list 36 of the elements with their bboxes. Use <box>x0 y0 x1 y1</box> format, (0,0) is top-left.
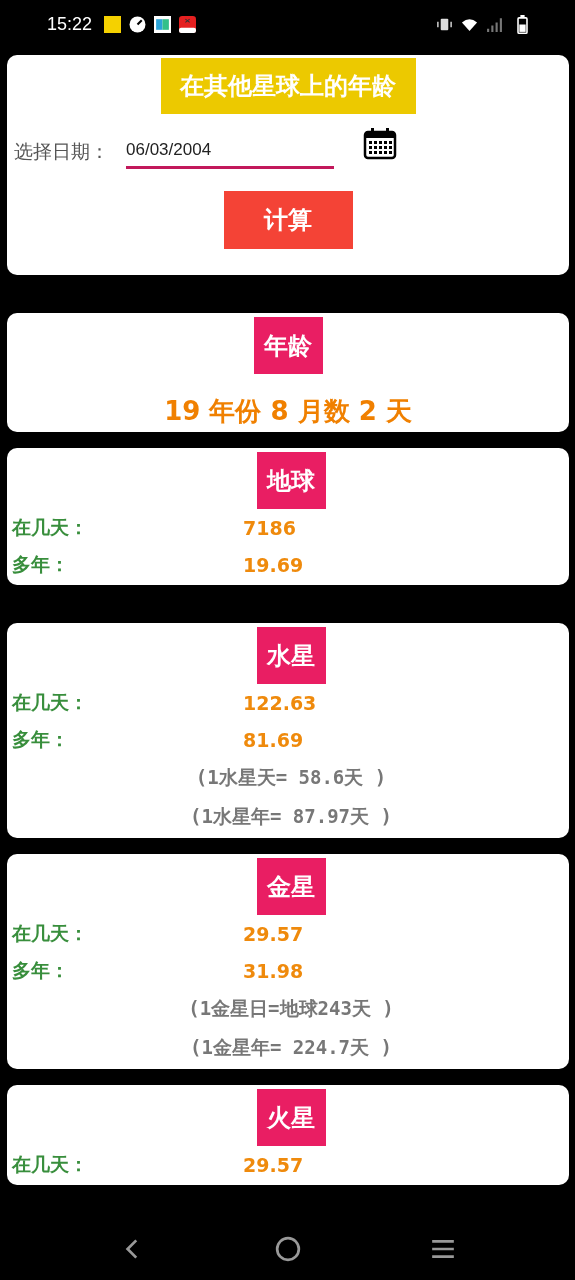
calendar-icon[interactable] <box>363 127 397 160</box>
row-label: 在几天： <box>10 920 89 946</box>
row-label: 多年： <box>11 551 70 577</box>
page-title: 在其他星球上的年龄 <box>160 58 416 114</box>
conversion-note: (1水星年= 87.97天 ) <box>189 804 393 829</box>
tomato-icon <box>179 15 197 33</box>
book-icon <box>154 15 172 33</box>
planet-title: 水星 <box>256 627 326 684</box>
row-label: 在几天： <box>10 1151 89 1177</box>
row-value: 81.69 <box>243 728 304 751</box>
date-label: 选择日期： <box>14 138 110 164</box>
calculate-button[interactable]: 计算 <box>223 191 353 249</box>
row-value: 7186 <box>243 516 296 539</box>
conversion-note: (1金星日=地球243天 ) <box>187 996 395 1021</box>
row-value: 19.69 <box>243 553 304 576</box>
home-icon[interactable] <box>274 1236 301 1262</box>
row-label: 在几天： <box>10 689 89 715</box>
row-label: 多年： <box>11 957 70 983</box>
row-value: 122.63 <box>243 691 317 714</box>
row-label: 在几天： <box>10 514 89 540</box>
gauge-icon <box>129 15 147 33</box>
planet-title: 金星 <box>256 858 326 915</box>
row-label: 多年： <box>11 726 70 752</box>
row-value: 29.57 <box>243 1153 304 1176</box>
battery-icon <box>517 14 528 34</box>
planet-title: 火星 <box>256 1089 326 1146</box>
age-result: 19 年份 8 月数 2 天 <box>164 395 412 428</box>
planet-title: 地球 <box>256 452 326 509</box>
signal-icon <box>486 15 503 33</box>
section-title: 年龄 <box>253 317 323 374</box>
conversion-note: (1水星天= 58.6天 ) <box>194 765 388 790</box>
row-value: 29.57 <box>243 922 304 945</box>
date-field[interactable]: 06/03/2004 <box>126 134 334 169</box>
status-time: 15:22 <box>47 13 93 35</box>
conversion-note: (1金星年= 224.7天 ) <box>189 1035 393 1060</box>
row-value: 31.98 <box>243 959 304 982</box>
